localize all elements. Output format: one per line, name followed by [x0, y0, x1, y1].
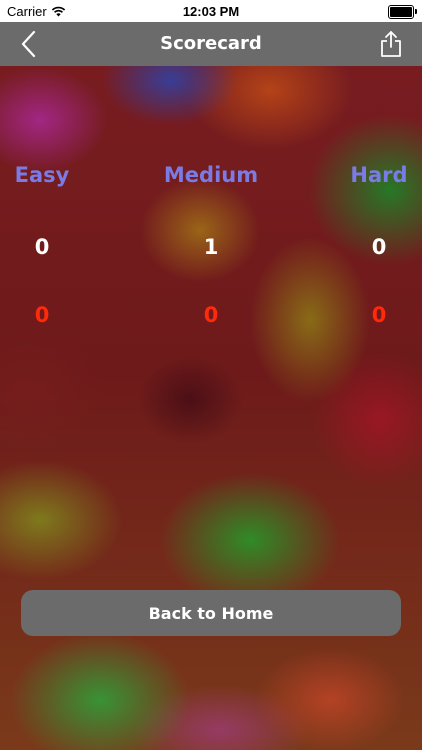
status-bar: Carrier 12:03 PM: [0, 0, 422, 22]
score-hard-secondary: 0: [371, 303, 387, 327]
score-hard-primary: 0: [371, 235, 387, 259]
score-medium-secondary: 0: [203, 303, 219, 327]
blurred-candy-background: [0, 0, 422, 750]
score-easy-primary: 0: [34, 235, 50, 259]
difficulty-label-easy: Easy: [14, 163, 70, 187]
status-time: 12:03 PM: [182, 4, 240, 19]
battery-icon: [388, 5, 417, 19]
scorecard-screen: Carrier 12:03 PM Scorecard Easy 0 0 Medi: [0, 0, 422, 750]
page-title: Scorecard: [160, 33, 262, 54]
score-easy-secondary: 0: [34, 303, 50, 327]
back-to-home-button[interactable]: Back to Home: [21, 590, 401, 636]
difficulty-label-medium: Medium: [163, 163, 259, 187]
column-hard: Hard 0 0: [314, 160, 422, 330]
navigation-bar: Scorecard: [0, 22, 422, 66]
column-easy: Easy 0 0: [0, 160, 107, 330]
share-icon[interactable]: [378, 30, 404, 58]
score-medium-primary: 1: [203, 235, 219, 259]
column-medium: Medium 1 0: [146, 160, 276, 330]
difficulty-label-hard: Hard: [350, 163, 408, 187]
